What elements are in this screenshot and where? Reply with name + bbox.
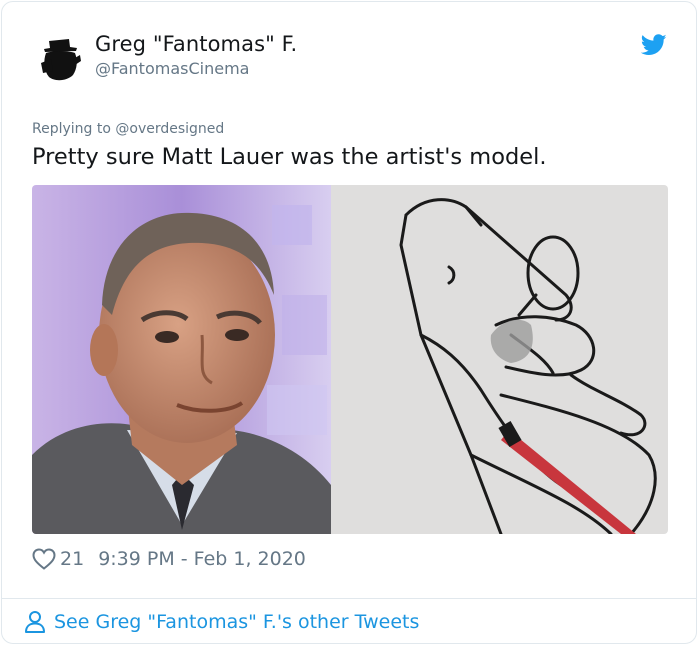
tweet-timestamp[interactable]: 9:39 PM - Feb 1, 2020 <box>98 548 306 570</box>
tweet-text: Pretty sure Matt Lauer was the artist's … <box>32 144 547 170</box>
replying-prefix: Replying to <box>32 121 111 137</box>
author-name[interactable]: Greg "Fantomas" F. <box>95 32 297 56</box>
like-count[interactable]: 21 <box>60 548 84 570</box>
reply-handle-link[interactable]: @overdesigned <box>115 121 224 137</box>
sketch-drawing <box>331 185 668 534</box>
twitter-bird-icon[interactable] <box>641 34 667 56</box>
tweet-media[interactable] <box>32 185 668 534</box>
tweet-meta: 21 9:39 PM - Feb 1, 2020 <box>32 546 306 572</box>
person-outline-icon <box>25 611 45 633</box>
avatar[interactable] <box>33 31 87 85</box>
photo-of-man <box>32 185 331 534</box>
replying-to: Replying to @overdesigned <box>32 121 224 137</box>
heart-outline-icon[interactable] <box>32 548 56 570</box>
other-tweets-label[interactable]: See Greg "Fantomas" F.'s other Tweets <box>54 611 419 633</box>
author-handle[interactable]: @FantomasCinema <box>95 59 249 78</box>
footer-divider <box>1 598 697 599</box>
other-tweets-link[interactable]: See Greg "Fantomas" F.'s other Tweets <box>24 608 419 636</box>
